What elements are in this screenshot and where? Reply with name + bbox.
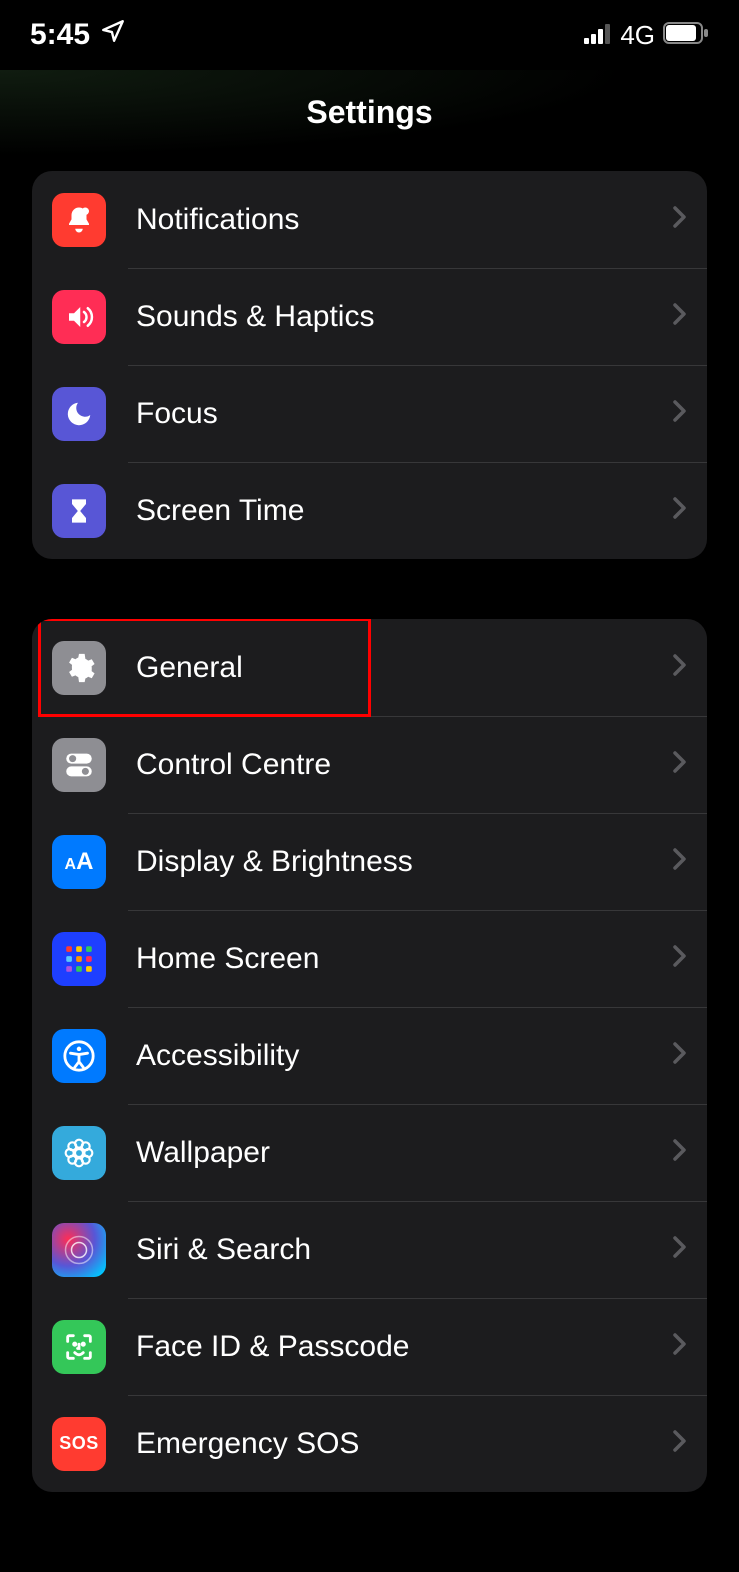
row-focus[interactable]: Focus bbox=[32, 365, 707, 462]
hourglass-icon bbox=[52, 484, 106, 538]
chevron-right-icon bbox=[673, 496, 687, 525]
row-label: Accessibility bbox=[136, 1039, 673, 1073]
row-label: General bbox=[136, 651, 673, 685]
status-time: 5:45 bbox=[30, 18, 90, 52]
signal-icon bbox=[584, 18, 612, 52]
row-display-brightness[interactable]: AA Display & Brightness bbox=[32, 813, 707, 910]
row-label: Notifications bbox=[136, 203, 673, 237]
toggles-icon bbox=[52, 738, 106, 792]
status-left: 5:45 bbox=[30, 18, 126, 52]
chevron-right-icon bbox=[673, 944, 687, 973]
chevron-right-icon bbox=[673, 1041, 687, 1070]
flower-icon bbox=[52, 1126, 106, 1180]
status-right: 4G bbox=[584, 18, 709, 52]
moon-icon bbox=[52, 387, 106, 441]
row-emergency-sos[interactable]: SOS Emergency SOS bbox=[32, 1395, 707, 1492]
chevron-right-icon bbox=[673, 1429, 687, 1458]
row-label: Wallpaper bbox=[136, 1136, 673, 1170]
bell-icon bbox=[52, 193, 106, 247]
row-accessibility[interactable]: Accessibility bbox=[32, 1007, 707, 1104]
row-label: Face ID & Passcode bbox=[136, 1330, 673, 1364]
accessibility-icon bbox=[52, 1029, 106, 1083]
battery-icon bbox=[663, 18, 709, 52]
row-wallpaper[interactable]: Wallpaper bbox=[32, 1104, 707, 1201]
row-sounds-haptics[interactable]: Sounds & Haptics bbox=[32, 268, 707, 365]
chevron-right-icon bbox=[673, 750, 687, 779]
row-screen-time[interactable]: Screen Time bbox=[32, 462, 707, 559]
row-label: Home Screen bbox=[136, 942, 673, 976]
row-label: Siri & Search bbox=[136, 1233, 673, 1267]
page-title: Settings bbox=[0, 70, 739, 171]
row-label: Screen Time bbox=[136, 494, 673, 528]
chevron-right-icon bbox=[673, 205, 687, 234]
row-notifications[interactable]: Notifications bbox=[32, 171, 707, 268]
row-control-centre[interactable]: Control Centre bbox=[32, 716, 707, 813]
chevron-right-icon bbox=[673, 847, 687, 876]
text-size-icon: AA bbox=[52, 835, 106, 889]
row-label: Display & Brightness bbox=[136, 845, 673, 879]
chevron-right-icon bbox=[673, 302, 687, 331]
location-icon bbox=[100, 18, 126, 52]
row-label: Control Centre bbox=[136, 748, 673, 782]
settings-group-1: Notifications Sounds & Haptics Focus Scr… bbox=[32, 171, 707, 559]
face-id-icon bbox=[52, 1320, 106, 1374]
row-general[interactable]: General bbox=[32, 619, 707, 716]
status-bar: 5:45 4G bbox=[0, 0, 739, 70]
row-home-screen[interactable]: Home Screen bbox=[32, 910, 707, 1007]
gear-icon bbox=[52, 641, 106, 695]
network-label: 4G bbox=[620, 20, 655, 51]
chevron-right-icon bbox=[673, 1235, 687, 1264]
chevron-right-icon bbox=[673, 653, 687, 682]
row-siri-search[interactable]: Siri & Search bbox=[32, 1201, 707, 1298]
app-grid-icon bbox=[52, 932, 106, 986]
row-label: Sounds & Haptics bbox=[136, 300, 673, 334]
chevron-right-icon bbox=[673, 399, 687, 428]
chevron-right-icon bbox=[673, 1332, 687, 1361]
row-face-id-passcode[interactable]: Face ID & Passcode bbox=[32, 1298, 707, 1395]
siri-icon bbox=[52, 1223, 106, 1277]
row-label: Focus bbox=[136, 397, 673, 431]
row-label: Emergency SOS bbox=[136, 1427, 673, 1461]
settings-group-2: General Control Centre AA Display & Brig… bbox=[32, 619, 707, 1492]
chevron-right-icon bbox=[673, 1138, 687, 1167]
speaker-icon bbox=[52, 290, 106, 344]
sos-icon: SOS bbox=[52, 1417, 106, 1471]
